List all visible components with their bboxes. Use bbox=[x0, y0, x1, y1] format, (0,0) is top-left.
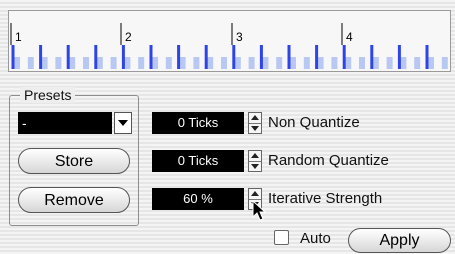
grid-cell bbox=[428, 57, 434, 69]
grid-cell bbox=[96, 57, 103, 69]
random-quantize-value[interactable]: 0 Ticks bbox=[152, 150, 244, 172]
grid-cell bbox=[41, 57, 48, 69]
iterative-strength-label: Iterative Strength bbox=[268, 190, 383, 207]
spin-up-icon[interactable] bbox=[251, 115, 259, 120]
grid-cell bbox=[193, 57, 200, 69]
grid-cell bbox=[27, 57, 34, 69]
auto-label: Auto bbox=[300, 230, 331, 247]
spin-down-icon[interactable] bbox=[251, 164, 259, 169]
grid-cell bbox=[303, 57, 310, 69]
grid-cell bbox=[83, 57, 89, 69]
grid-cell bbox=[14, 57, 20, 69]
grid-cell bbox=[179, 57, 186, 69]
grid-cell bbox=[262, 57, 269, 69]
grid-cell bbox=[124, 57, 131, 69]
spinner-divider bbox=[249, 123, 261, 124]
grid-cell bbox=[400, 57, 407, 69]
iterative-strength-value[interactable]: 60 % bbox=[152, 188, 244, 210]
random-quantize-spinner[interactable] bbox=[248, 150, 262, 172]
grid-cell bbox=[165, 57, 172, 69]
spinner-divider bbox=[249, 161, 261, 162]
spin-up-icon[interactable] bbox=[251, 191, 259, 196]
grid-cell bbox=[276, 57, 283, 69]
preset-dropdown-button[interactable] bbox=[114, 112, 132, 134]
bar-label-4: 4 bbox=[346, 30, 353, 44]
non-quantize-value[interactable]: 0 Ticks bbox=[152, 112, 244, 134]
grid-cell bbox=[290, 57, 296, 69]
remove-button[interactable]: Remove bbox=[18, 187, 130, 213]
grid-cell bbox=[138, 57, 145, 69]
dropdown-arrow-icon bbox=[118, 120, 128, 126]
quantize-grid-ruler[interactable]: 1 2 3 4 bbox=[8, 10, 451, 72]
non-quantize-label: Non Quantize bbox=[268, 114, 360, 131]
grid-cell bbox=[414, 57, 421, 69]
grid-cell bbox=[345, 57, 352, 69]
grid-cell bbox=[441, 57, 448, 69]
grid-cell bbox=[331, 57, 338, 69]
grid-cell bbox=[55, 57, 62, 69]
grid-cell bbox=[69, 57, 76, 69]
grid-cell bbox=[207, 57, 214, 69]
apply-button[interactable]: Apply bbox=[348, 228, 451, 253]
spin-down-icon[interactable] bbox=[251, 126, 259, 131]
grid-cell bbox=[372, 57, 379, 69]
grid-cell bbox=[221, 57, 227, 69]
mouse-pointer-icon bbox=[252, 200, 266, 221]
bar-label-1: 1 bbox=[15, 30, 22, 44]
grid-cell bbox=[152, 57, 158, 69]
ruler-graphic: 1 2 3 4 bbox=[10, 23, 448, 69]
presets-legend: Presets bbox=[20, 87, 76, 103]
grid-cell bbox=[234, 57, 241, 69]
presets-group: Presets - Store Remove bbox=[9, 87, 139, 226]
grid-cell bbox=[248, 57, 255, 69]
grid-cell bbox=[386, 57, 393, 69]
bar-label-2: 2 bbox=[125, 30, 132, 44]
random-quantize-label: Random Quantize bbox=[268, 152, 389, 169]
non-quantize-spinner[interactable] bbox=[248, 112, 262, 134]
spin-up-icon[interactable] bbox=[251, 153, 259, 158]
grid-cell bbox=[110, 57, 117, 69]
preset-select[interactable]: - bbox=[18, 112, 112, 134]
grid-cell bbox=[317, 57, 324, 69]
bar-label-3: 3 bbox=[236, 30, 243, 44]
auto-checkbox[interactable] bbox=[274, 230, 289, 245]
grid-cell bbox=[359, 57, 365, 69]
store-button[interactable]: Store bbox=[18, 148, 130, 174]
